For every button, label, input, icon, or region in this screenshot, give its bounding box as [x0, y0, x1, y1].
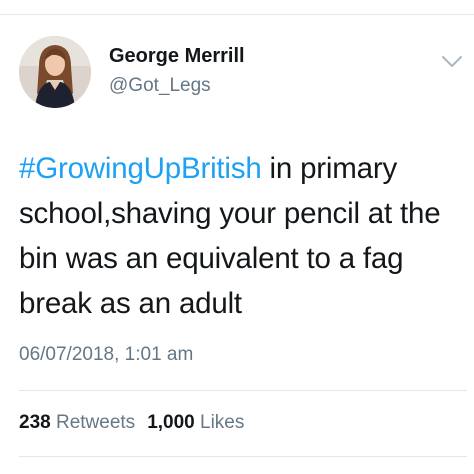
- likes-count: 1,000: [147, 412, 195, 433]
- hashtag-link[interactable]: #GrowingUpBritish: [19, 152, 262, 185]
- tweet-timestamp[interactable]: 06/07/2018, 1:01 am: [19, 344, 193, 366]
- bottom-divider: [19, 456, 467, 457]
- tweet-text: #GrowingUpBritish in primary school,shav…: [19, 146, 459, 326]
- retweets-count: 238: [19, 412, 51, 433]
- stats-divider: [19, 390, 467, 391]
- likes-label: Likes: [200, 412, 245, 433]
- avatar-photo: [19, 36, 91, 108]
- likes-stat[interactable]: 1,000 Likes: [147, 412, 244, 433]
- engagement-stats: 238 Retweets 1,000 Likes: [19, 412, 244, 434]
- top-divider: [0, 14, 474, 15]
- avatar[interactable]: [19, 36, 91, 108]
- chevron-down-icon[interactable]: [440, 54, 464, 70]
- display-name[interactable]: George Merrill: [109, 45, 245, 68]
- retweets-stat[interactable]: 238 Retweets: [19, 412, 135, 433]
- user-handle[interactable]: @Got_Legs: [109, 75, 211, 97]
- retweets-label: Retweets: [55, 412, 136, 433]
